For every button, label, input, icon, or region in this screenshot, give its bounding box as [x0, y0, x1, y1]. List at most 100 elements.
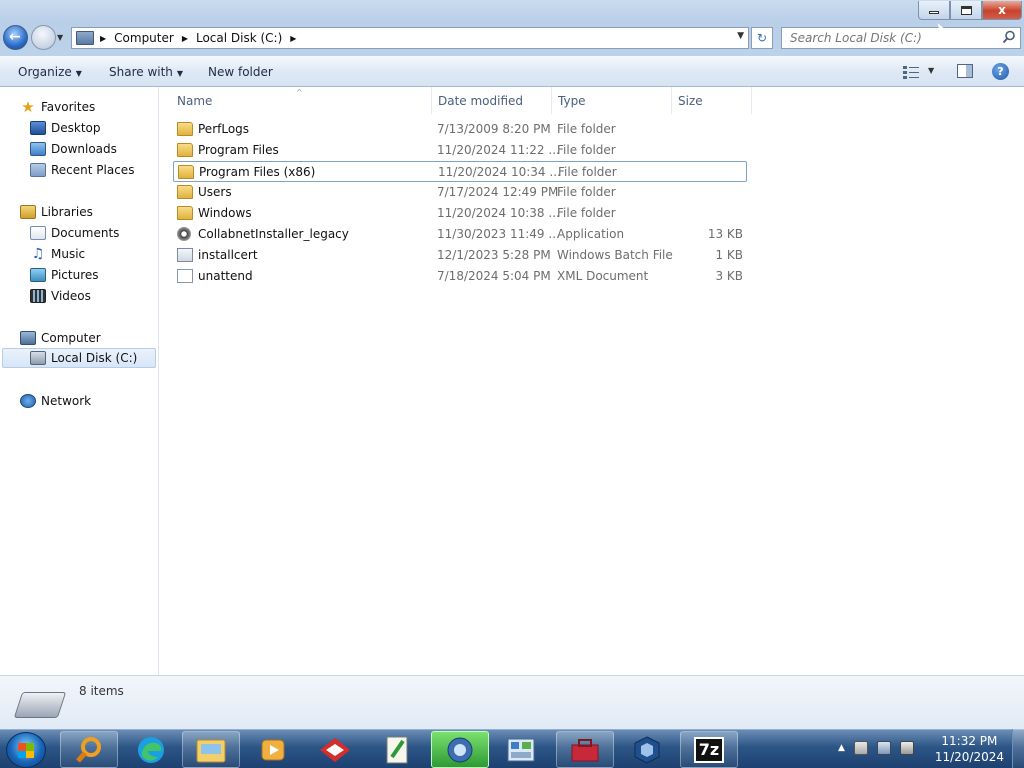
chevron-down-icon: ▼	[75, 69, 82, 78]
address-bar[interactable]: ▶ Computer ▶ Local Disk (C:) ▶ ▼	[71, 27, 749, 49]
computer-icon	[76, 31, 94, 45]
nav-computer[interactable]: Computer	[20, 328, 101, 348]
hard-disk-icon	[13, 692, 67, 718]
nav-label: Computer	[41, 331, 101, 345]
column-header-type[interactable]: Type	[552, 87, 672, 114]
address-history-dropdown[interactable]: ▼	[737, 31, 744, 41]
show-hidden-icons-icon[interactable]: ▲	[838, 743, 845, 753]
file-name: Program Files	[177, 143, 279, 157]
share-with-label: Share with	[109, 65, 173, 79]
play-icon	[261, 739, 285, 760]
nav-favorites[interactable]: ★ Favorites	[20, 97, 95, 117]
taskbar-notepad-plus[interactable]	[368, 731, 426, 768]
globe-icon	[447, 737, 473, 762]
toolbox-icon	[571, 738, 599, 761]
new-folder-button[interactable]: New folder	[208, 65, 273, 79]
view-options-dropdown[interactable]: ▼	[928, 66, 934, 75]
network-icon	[20, 394, 36, 408]
taskbar-virtualbox[interactable]	[618, 731, 676, 768]
taskbar-red-app[interactable]	[306, 731, 364, 768]
nav-videos[interactable]: Videos	[30, 286, 91, 306]
nav-music[interactable]: ♫ Music	[30, 244, 85, 264]
file-name-text: installcert	[198, 248, 258, 262]
file-row-users[interactable]: Users 7/17/2024 12:49 PM File folder	[173, 182, 747, 203]
file-row-program-files[interactable]: Program Files 11/20/2024 11:22 ... File …	[173, 140, 747, 161]
network-status-icon[interactable]	[876, 741, 891, 755]
nav-label: Documents	[51, 226, 120, 240]
nav-recent-places[interactable]: Recent Places	[30, 160, 134, 180]
file-type: Application	[557, 227, 625, 241]
edge-icon	[138, 736, 164, 763]
navigation-pane: ★ Favorites Desktop Downloads Recent Plac…	[0, 87, 159, 675]
file-row-installcert[interactable]: installcert 12/1/2023 5:28 PM Windows Ba…	[173, 245, 747, 266]
nav-libraries[interactable]: Libraries	[20, 202, 93, 222]
chevron-right-icon[interactable]: ▶	[182, 34, 188, 43]
system-tray: ▲	[838, 741, 914, 755]
start-button[interactable]	[6, 732, 46, 768]
show-desktop-button[interactable]	[1012, 729, 1024, 768]
recent-pages-dropdown[interactable]: ▼	[57, 33, 63, 42]
computer-icon	[20, 331, 36, 345]
column-header-size[interactable]: Size	[672, 87, 752, 114]
nav-network[interactable]: Network	[20, 391, 91, 411]
nav-pictures[interactable]: Pictures	[30, 265, 99, 285]
taskbar-windows-explorer[interactable]	[182, 731, 240, 768]
file-row-collabnet-installer[interactable]: CollabnetInstaller_legacy 11/30/2023 11:…	[173, 224, 747, 245]
videos-icon	[30, 289, 46, 303]
action-center-icon[interactable]	[853, 741, 868, 755]
taskbar-toolbox-app[interactable]	[556, 731, 614, 768]
chevron-right-icon[interactable]: ▶	[290, 34, 296, 43]
windows-logo-icon	[18, 743, 34, 758]
taskbar-edge[interactable]	[122, 731, 180, 768]
breadcrumb-local-disk[interactable]: Local Disk (C:)	[196, 31, 282, 45]
organize-button[interactable]: Organize ▼	[18, 65, 82, 79]
clock-date: 11/20/2024	[934, 750, 1004, 764]
nav-label: Network	[41, 394, 92, 408]
file-row-perflogs[interactable]: PerfLogs 7/13/2009 8:20 PM File folder	[173, 119, 747, 140]
nav-label: Downloads	[51, 142, 117, 156]
share-with-button[interactable]: Share with ▼	[109, 65, 183, 79]
column-header-date[interactable]: Date modified	[432, 87, 552, 114]
minimize-button[interactable]	[918, 1, 950, 20]
change-view-icon[interactable]	[903, 65, 919, 79]
taskbar-clock[interactable]: 11:32 PM 11/20/2024	[935, 733, 1004, 765]
organize-label: Organize	[18, 65, 72, 79]
file-date: 11/30/2023 11:49 ...	[437, 227, 560, 241]
file-name-text: Program Files (x86)	[199, 165, 316, 179]
file-row-unattend[interactable]: unattend 7/18/2024 5:04 PM XML Document …	[173, 266, 747, 287]
file-row-windows[interactable]: Windows 11/20/2024 10:38 ... File folder	[173, 203, 747, 224]
file-name: unattend	[177, 269, 253, 283]
breadcrumb-computer[interactable]: Computer	[114, 31, 174, 45]
taskbar-network-app[interactable]	[431, 731, 489, 768]
file-size: 1 KB	[715, 248, 743, 262]
taskbar-search-app[interactable]	[60, 731, 118, 768]
nav-local-disk[interactable]: Local Disk (C:)	[2, 348, 156, 368]
file-name: Users	[177, 185, 232, 199]
maximize-button[interactable]	[950, 1, 982, 20]
close-button[interactable]: x	[982, 1, 1022, 20]
file-name-text: CollabnetInstaller_legacy	[198, 227, 349, 241]
nav-documents[interactable]: Documents	[30, 223, 119, 243]
nav-desktop[interactable]: Desktop	[30, 118, 101, 138]
search-icon[interactable]	[1002, 30, 1016, 44]
file-row-program-files-x86[interactable]: Program Files (x86) 11/20/2024 10:34 ...…	[173, 161, 747, 182]
nav-downloads[interactable]: Downloads	[30, 139, 117, 159]
file-list: Name ^ Date modified Type Size PerfLogs …	[160, 87, 1024, 675]
libraries-icon	[20, 205, 36, 219]
details-pane: 8 items	[0, 675, 1024, 729]
volume-muted-icon[interactable]	[899, 741, 914, 755]
preview-pane-icon[interactable]	[957, 64, 973, 78]
search-input[interactable]	[782, 28, 992, 48]
control-panel-icon	[507, 738, 535, 761]
application-icon	[177, 227, 191, 241]
chevron-right-icon[interactable]: ▶	[100, 34, 106, 43]
taskbar-media-player[interactable]	[244, 731, 302, 768]
forward-button[interactable]	[31, 25, 56, 50]
help-icon[interactable]: ?	[992, 63, 1009, 80]
refresh-button[interactable]: ↻	[751, 27, 773, 49]
back-button[interactable]: ←	[3, 25, 28, 50]
batch-file-icon	[177, 248, 193, 262]
taskbar-7zip[interactable]: 7z	[680, 731, 738, 768]
desktop-icon	[30, 121, 46, 135]
taskbar-control-panel[interactable]	[492, 731, 550, 768]
